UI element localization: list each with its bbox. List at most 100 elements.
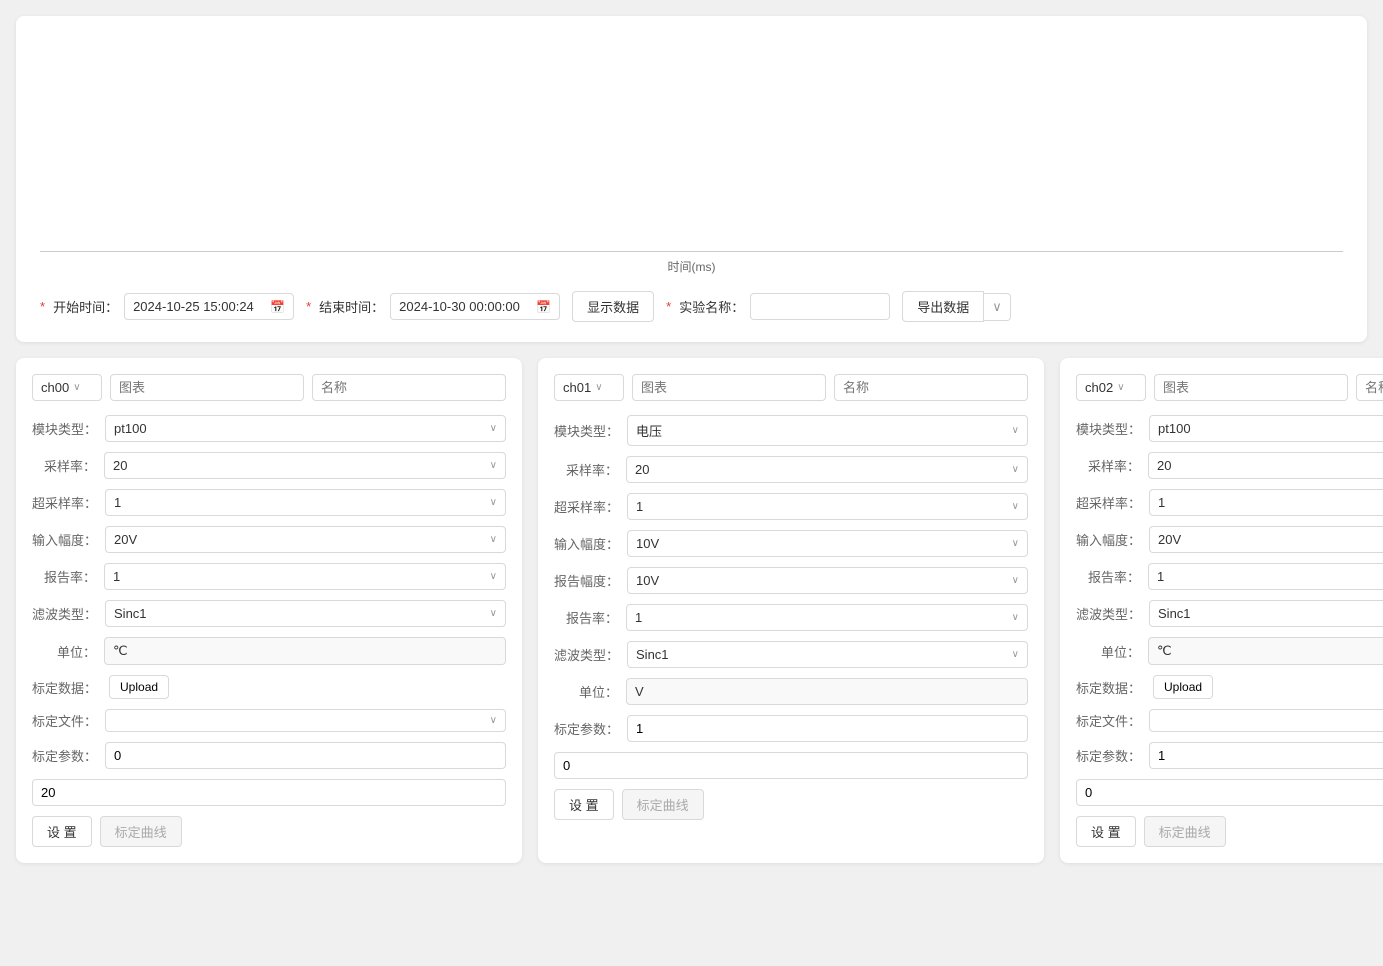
ch01-reportrate-row: 报告率： 1 ∨ [554,604,1028,631]
ch02-name-input[interactable] [1356,374,1383,401]
ch02-sample-select[interactable]: 20 ∨ [1148,452,1383,479]
chart-area [40,32,1343,252]
ch00-reportrate-select[interactable]: 1 ∨ [104,563,506,590]
ch01-sample-value: 20 [635,462,649,477]
ch02-module-select[interactable]: pt100 ∨ [1149,415,1383,442]
ch01-reportrange-value: 10V [636,573,659,588]
end-time-group: * 结束时间： 2024-10-30 00:00:00 📅 [306,293,560,320]
ch02-filter-select[interactable]: Sinc1 ∨ [1149,600,1383,627]
ch02-calibfile-row: 标定文件： ∨ [1076,709,1383,732]
ch00-upload-button[interactable]: Upload [109,675,169,699]
ch00-inputrange-row: 输入幅度： 20V ∨ [32,526,506,553]
ch02-inputrange-value: 20V [1158,532,1181,547]
ch00-calibdata-row: 标定数据： Upload [32,675,506,699]
ch02-reportrate-select[interactable]: 1 ∨ [1148,563,1383,590]
ch01-set-button[interactable]: 设 置 [554,789,614,820]
ch01-reportrange-select[interactable]: 10V ∨ [627,567,1028,594]
experiment-required: * [666,299,671,314]
ch01-filter-label: 滤波类型： [554,645,627,664]
ch01-reportrate-select[interactable]: 1 ∨ [626,604,1028,631]
ch01-module-value: 电压 [636,421,662,440]
ch00-calibfile-label: 标定文件： [32,711,105,730]
ch01-extra-input[interactable] [554,752,1028,779]
end-calendar-icon[interactable]: 📅 [536,300,551,314]
experiment-group: * 实验名称： [666,293,890,320]
ch01-inputrange-label: 输入幅度： [554,534,627,553]
end-time-input[interactable]: 2024-10-30 00:00:00 📅 [390,293,560,320]
ch02-calibfile-select[interactable]: ∨ [1149,709,1383,732]
ch01-calibparam-input[interactable] [627,715,1028,742]
ch00-sample-select[interactable]: 20 ∨ [104,452,506,479]
ch02-selector[interactable]: ch02 ∨ [1076,374,1146,401]
ch00-calibcurve-button[interactable]: 标定曲线 [100,816,182,847]
ch02-extra-input[interactable] [1076,779,1383,806]
ch02-calibparam-input[interactable] [1149,742,1383,769]
ch00-name-input[interactable] [312,374,506,401]
ch01-sample-select[interactable]: 20 ∨ [626,456,1028,483]
ch01-inputrange-select[interactable]: 10V ∨ [627,530,1028,557]
ch01-module-label: 模块类型： [554,421,627,440]
ch00-oversample-value: 1 [114,495,121,510]
chart-card: 时间(ms) * 开始时间： 2024-10-25 15:00:24 📅 * 结… [16,16,1367,342]
chart-x-label: 时间(ms) [40,258,1343,275]
ch00-action-row: 设 置 标定曲线 [32,816,506,847]
ch01-header: ch01 ∨ [554,374,1028,401]
start-calendar-icon[interactable]: 📅 [270,300,285,314]
ch00-module-select[interactable]: pt100 ∨ [105,415,506,442]
ch01-calibparam-label: 标定参数： [554,719,627,738]
ch00-inputrange-select[interactable]: 20V ∨ [105,526,506,553]
ch01-oversample-row: 超采样率： 1 ∨ [554,493,1028,520]
ch00-set-button[interactable]: 设 置 [32,816,92,847]
ch00-inputrange-label: 输入幅度： [32,530,105,549]
ch01-filter-value: Sinc1 [636,647,669,662]
export-dropdown[interactable]: ∨ [984,293,1011,321]
ch02-id: ch02 [1085,380,1113,395]
ch00-filter-value: Sinc1 [114,606,147,621]
ch00-calibparam-input[interactable] [105,742,506,769]
ch01-reportrate-value: 1 [635,610,642,625]
ch00-chart-input[interactable] [110,374,304,401]
ch01-unit-label: 单位： [554,682,626,701]
ch01-calibcurve-button[interactable]: 标定曲线 [622,789,704,820]
ch00-sample-row: 采样率： 20 ∨ [32,452,506,479]
experiment-input[interactable] [750,293,890,320]
ch00-filter-select[interactable]: Sinc1 ∨ [105,600,506,627]
ch01-filter-select[interactable]: Sinc1 ∨ [627,641,1028,668]
ch02-calibparam-row: 标定参数： [1076,742,1383,769]
ch02-oversample-select[interactable]: 1 ∨ [1149,489,1383,516]
ch00-extra-input-row [32,779,506,806]
ch00-calibparam-label: 标定参数： [32,746,105,765]
ch00-calibfile-select[interactable]: ∨ [105,709,506,732]
ch02-filter-label: 滤波类型： [1076,604,1149,623]
ch01-action-row: 设 置 标定曲线 [554,789,1028,820]
ch00-reportrate-label: 报告率： [32,567,104,586]
ch02-inputrange-select[interactable]: 20V ∨ [1149,526,1383,553]
ch01-name-input[interactable] [834,374,1028,401]
start-time-input[interactable]: 2024-10-25 15:00:24 📅 [124,293,294,320]
ch01-inputrange-value: 10V [636,536,659,551]
show-data-button[interactable]: 显示数据 [572,291,654,322]
ch02-filter-row: 滤波类型： Sinc1 ∨ [1076,600,1383,627]
ch02-set-button[interactable]: 设 置 [1076,816,1136,847]
ch02-chart-input[interactable] [1154,374,1348,401]
start-time-group: * 开始时间： 2024-10-25 15:00:24 📅 [40,293,294,320]
ch00-module-value: pt100 [114,421,147,436]
export-button[interactable]: 导出数据 [902,291,984,322]
ch01-chart-input[interactable] [632,374,826,401]
ch00-calibdata-label: 标定数据： [32,678,105,697]
ch02-reportrate-row: 报告率： 1 ∨ [1076,563,1383,590]
channel-card-ch00: ch00 ∨ 模块类型： pt100 ∨ 采样率： 20 ∨ [16,358,522,863]
ch00-selector[interactable]: ch00 ∨ [32,374,102,401]
ch02-calibcurve-button[interactable]: 标定曲线 [1144,816,1226,847]
ch01-selector[interactable]: ch01 ∨ [554,374,624,401]
ch01-module-select[interactable]: 电压 ∨ [627,415,1028,446]
ch00-extra-input[interactable] [32,779,506,806]
ch00-oversample-select[interactable]: 1 ∨ [105,489,506,516]
ch00-unit-label: 单位： [32,642,104,661]
ch00-calibfile-row: 标定文件： ∨ [32,709,506,732]
ch01-filter-row: 滤波类型： Sinc1 ∨ [554,641,1028,668]
ch01-oversample-select[interactable]: 1 ∨ [627,493,1028,520]
channels-row: ch00 ∨ 模块类型： pt100 ∨ 采样率： 20 ∨ [16,358,1367,863]
ch00-reportrate-row: 报告率： 1 ∨ [32,563,506,590]
ch02-upload-button[interactable]: Upload [1153,675,1213,699]
